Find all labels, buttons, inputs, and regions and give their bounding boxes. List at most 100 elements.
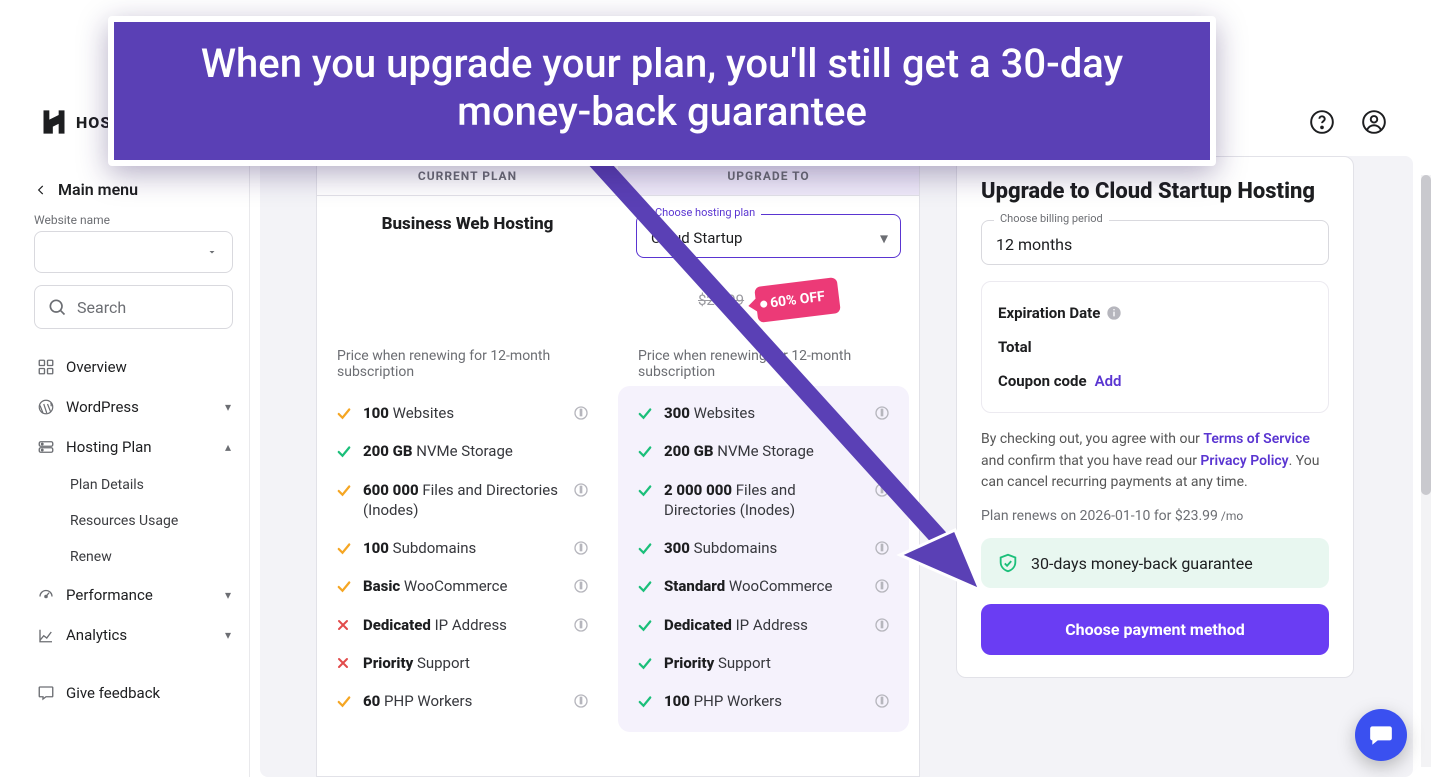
discount-badge: 60% OFF xyxy=(754,277,841,323)
feature-text: Standard WooCommerce xyxy=(664,576,863,596)
plan-comparison-card: CURRENT PLAN UPGRADE TO Business Web Hos… xyxy=(316,156,920,777)
privacy-policy-link[interactable]: Privacy Policy xyxy=(1200,453,1288,469)
info-icon[interactable] xyxy=(572,540,590,556)
info-icon[interactable] xyxy=(572,405,590,421)
feature-row: Standard WooCommerce xyxy=(628,567,899,605)
add-coupon-link[interactable]: Add xyxy=(1095,372,1122,390)
check-icon xyxy=(335,405,353,423)
checkout-title: Upgrade to Cloud Startup Hosting xyxy=(981,179,1329,204)
feature-row: 60 PHP Workers xyxy=(327,682,598,720)
feature-text: 200 GB NVMe Storage xyxy=(664,441,863,461)
info-icon[interactable] xyxy=(572,617,590,633)
feature-row: Priority Support xyxy=(327,644,598,682)
user-circle-icon xyxy=(1361,109,1387,135)
hosting-submenu: Plan Details Resources Usage Renew xyxy=(26,467,241,575)
info-icon[interactable] xyxy=(873,617,891,633)
sidebar-item-label: Hosting Plan xyxy=(66,438,152,456)
sidebar-item-label: WordPress xyxy=(66,398,139,416)
info-icon[interactable] xyxy=(873,578,891,594)
choose-payment-button[interactable]: Choose payment method xyxy=(981,604,1329,655)
info-icon[interactable] xyxy=(873,540,891,556)
back-to-main-menu[interactable]: Main menu xyxy=(18,174,249,213)
shield-check-icon xyxy=(997,552,1019,574)
chevron-down-icon: ▾ xyxy=(225,588,231,602)
server-icon xyxy=(36,438,56,456)
feature-row: 100 Subdomains xyxy=(327,529,598,567)
topbar-actions xyxy=(1305,105,1391,139)
upgrade-plan-cell: Choose hosting plan Cloud Startup ▾ $24.… xyxy=(618,196,919,324)
guarantee-text: 30-days money-back guarantee xyxy=(1031,554,1253,573)
check-icon xyxy=(335,443,353,461)
coupon-label: Coupon code xyxy=(998,372,1087,390)
check-icon xyxy=(636,655,654,673)
info-icon[interactable] xyxy=(1106,305,1122,321)
feature-row: 200 GB NVMe Storage xyxy=(628,432,899,470)
account-button[interactable] xyxy=(1357,105,1391,139)
sidebar: Main menu Website name Search Overview W… xyxy=(18,160,250,777)
terms-of-service-link[interactable]: Terms of Service xyxy=(1203,431,1309,447)
sidebar-item-label: Renew xyxy=(70,549,112,565)
sidebar-scroll-thumb[interactable] xyxy=(1421,175,1431,495)
sidebar-item-label: Plan Details xyxy=(70,477,144,493)
billing-value: 12 months xyxy=(996,235,1314,254)
feature-columns: 100 Websites200 GB NVMe Storage600 000 F… xyxy=(317,386,919,732)
sidebar-menu: Overview WordPress ▾ Hosting Plan ▴ Plan… xyxy=(18,347,249,713)
current-plan-name: Business Web Hosting xyxy=(382,214,554,234)
chevron-up-icon: ▴ xyxy=(225,440,231,454)
search-icon xyxy=(47,297,67,317)
upgrade-features-column: 300 Websites200 GB NVMe Storage2 000 000… xyxy=(618,386,909,732)
chevron-left-icon xyxy=(34,183,48,197)
feature-text: Priority Support xyxy=(664,653,863,673)
feature-row: 300 Subdomains xyxy=(628,529,899,567)
renewal-note-upgrade: Price when renewing for 12-month subscri… xyxy=(618,324,919,386)
plan-selector-row: Business Web Hosting Choose hosting plan… xyxy=(317,196,919,324)
check-icon xyxy=(335,540,353,558)
info-icon[interactable] xyxy=(572,578,590,594)
sidebar-item-label: Resources Usage xyxy=(70,513,178,529)
gauge-icon xyxy=(36,586,56,604)
feature-text: Priority Support xyxy=(363,653,562,673)
current-plan-cell: Business Web Hosting xyxy=(317,196,618,324)
feature-text: 60 PHP Workers xyxy=(363,691,562,711)
website-select[interactable] xyxy=(34,231,233,273)
expiration-label: Expiration Date xyxy=(998,304,1100,322)
sidebar-item-plan-details[interactable]: Plan Details xyxy=(60,467,241,503)
feature-row: 200 GB NVMe Storage xyxy=(327,432,598,470)
info-icon[interactable] xyxy=(873,405,891,421)
renewal-note-current: Price when renewing for 12-month subscri… xyxy=(317,324,618,386)
sidebar-item-performance[interactable]: Performance ▾ xyxy=(26,575,241,615)
sidebar-item-hosting-plan[interactable]: Hosting Plan ▴ xyxy=(26,427,241,467)
sidebar-item-feedback[interactable]: Give feedback xyxy=(26,673,241,713)
coupon-row: Coupon code Add xyxy=(998,364,1312,398)
info-icon[interactable] xyxy=(572,482,590,498)
help-button[interactable] xyxy=(1305,105,1339,139)
sidebar-item-label: Analytics xyxy=(66,626,127,644)
back-label: Main menu xyxy=(58,180,138,199)
feature-row: 100 Websites xyxy=(327,394,598,432)
check-icon xyxy=(636,617,654,635)
search-input[interactable]: Search xyxy=(34,285,233,329)
sidebar-item-overview[interactable]: Overview xyxy=(26,347,241,387)
x-icon xyxy=(335,655,353,671)
hosting-plan-select[interactable]: Choose hosting plan Cloud Startup ▾ xyxy=(636,214,901,258)
sidebar-item-wordpress[interactable]: WordPress ▾ xyxy=(26,387,241,427)
feature-text: Dedicated IP Address xyxy=(664,615,863,635)
wordpress-icon xyxy=(36,398,56,416)
sidebar-item-analytics[interactable]: Analytics ▾ xyxy=(26,615,241,655)
sidebar-item-renew[interactable]: Renew xyxy=(60,539,241,575)
feature-row: Dedicated IP Address xyxy=(327,606,598,644)
sidebar-item-resources-usage[interactable]: Resources Usage xyxy=(60,503,241,539)
billing-period-select[interactable]: Choose billing period 12 months xyxy=(981,220,1329,265)
brand-logo[interactable]: HOS xyxy=(40,108,111,136)
chevron-down-icon: ▾ xyxy=(880,228,888,247)
feature-text: 100 Subdomains xyxy=(363,538,562,558)
chat-widget[interactable] xyxy=(1355,709,1407,761)
info-icon[interactable] xyxy=(873,693,891,709)
info-icon[interactable] xyxy=(873,482,891,498)
speech-bubble-icon xyxy=(36,684,56,702)
renewal-note-row: Price when renewing for 12-month subscri… xyxy=(317,324,919,386)
check-icon xyxy=(636,540,654,558)
info-icon[interactable] xyxy=(572,693,590,709)
check-icon xyxy=(636,693,654,711)
current-features-column: 100 Websites200 GB NVMe Storage600 000 F… xyxy=(317,386,608,732)
